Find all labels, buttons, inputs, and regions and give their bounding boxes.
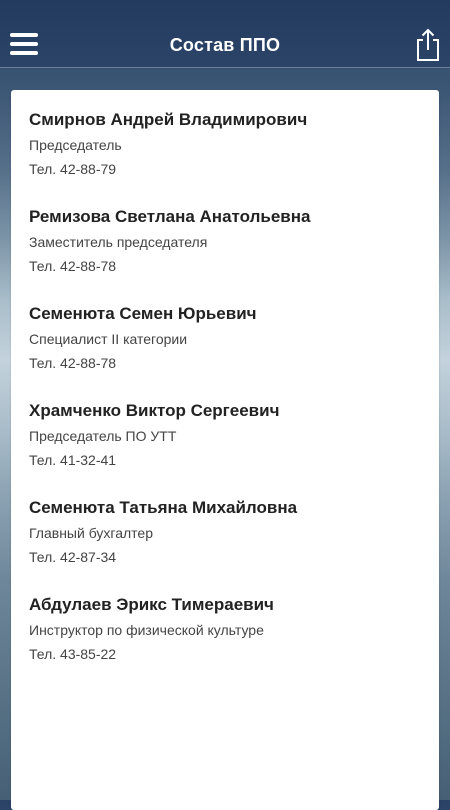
contact-name: Абдулаев Эрикс Тимераевич: [29, 595, 274, 614]
contact-role: Председатель ПО УТТ: [29, 428, 177, 444]
contact-role: Председатель: [29, 137, 122, 153]
contact-phone[interactable]: Тел. 42-87-34: [29, 547, 439, 567]
contact-item[interactable]: Смирнов Андрей Владимирович Председатель…: [29, 110, 439, 207]
contact-role: Специалист II категории: [29, 331, 188, 347]
contact-role: Главный бухгалтер: [29, 525, 153, 541]
contact-phone[interactable]: Тел. 41-32-41: [29, 450, 439, 470]
contact-item[interactable]: Храмченко Виктор Сергеевич Председатель …: [29, 401, 439, 498]
contact-item[interactable]: Семенюта Семен Юрьевич Специалист II кат…: [29, 304, 439, 401]
contact-phone[interactable]: Тел. 42-88-79: [29, 159, 439, 179]
contact-role: Инструктор по физической культуре: [29, 622, 264, 638]
contact-item[interactable]: Семенюта Татьяна Михайловна Главный бухг…: [29, 498, 439, 595]
contact-name: Храмченко Виктор Сергеевич: [29, 401, 280, 420]
contact-role: Заместитель председателя: [29, 234, 208, 250]
contact-name: Семенюта Семен Юрьевич: [29, 304, 257, 323]
share-icon[interactable]: [412, 28, 444, 62]
contact-phone[interactable]: Тел. 42-88-78: [29, 353, 439, 373]
page-title: Состав ППО: [169, 35, 281, 55]
contact-list-card: Смирнов Андрей Владимирович Председатель…: [11, 90, 439, 810]
top-navigation-bar: Состав ППО: [0, 0, 450, 68]
contact-name: Смирнов Андрей Владимирович: [29, 110, 308, 129]
contact-item[interactable]: Абдулаев Эрикс Тимераевич Инструктор по …: [29, 595, 439, 692]
contact-name: Ремизова Светлана Анатольевна: [29, 207, 311, 226]
share-icon-graphic: [417, 28, 439, 61]
contact-phone[interactable]: Тел. 43-85-22: [29, 644, 439, 664]
contact-name: Семенюта Татьяна Михайловна: [29, 498, 298, 517]
contact-item[interactable]: Ремизова Светлана Анатольевна Заместител…: [29, 207, 439, 304]
contact-phone[interactable]: Тел. 42-88-78: [29, 256, 439, 276]
